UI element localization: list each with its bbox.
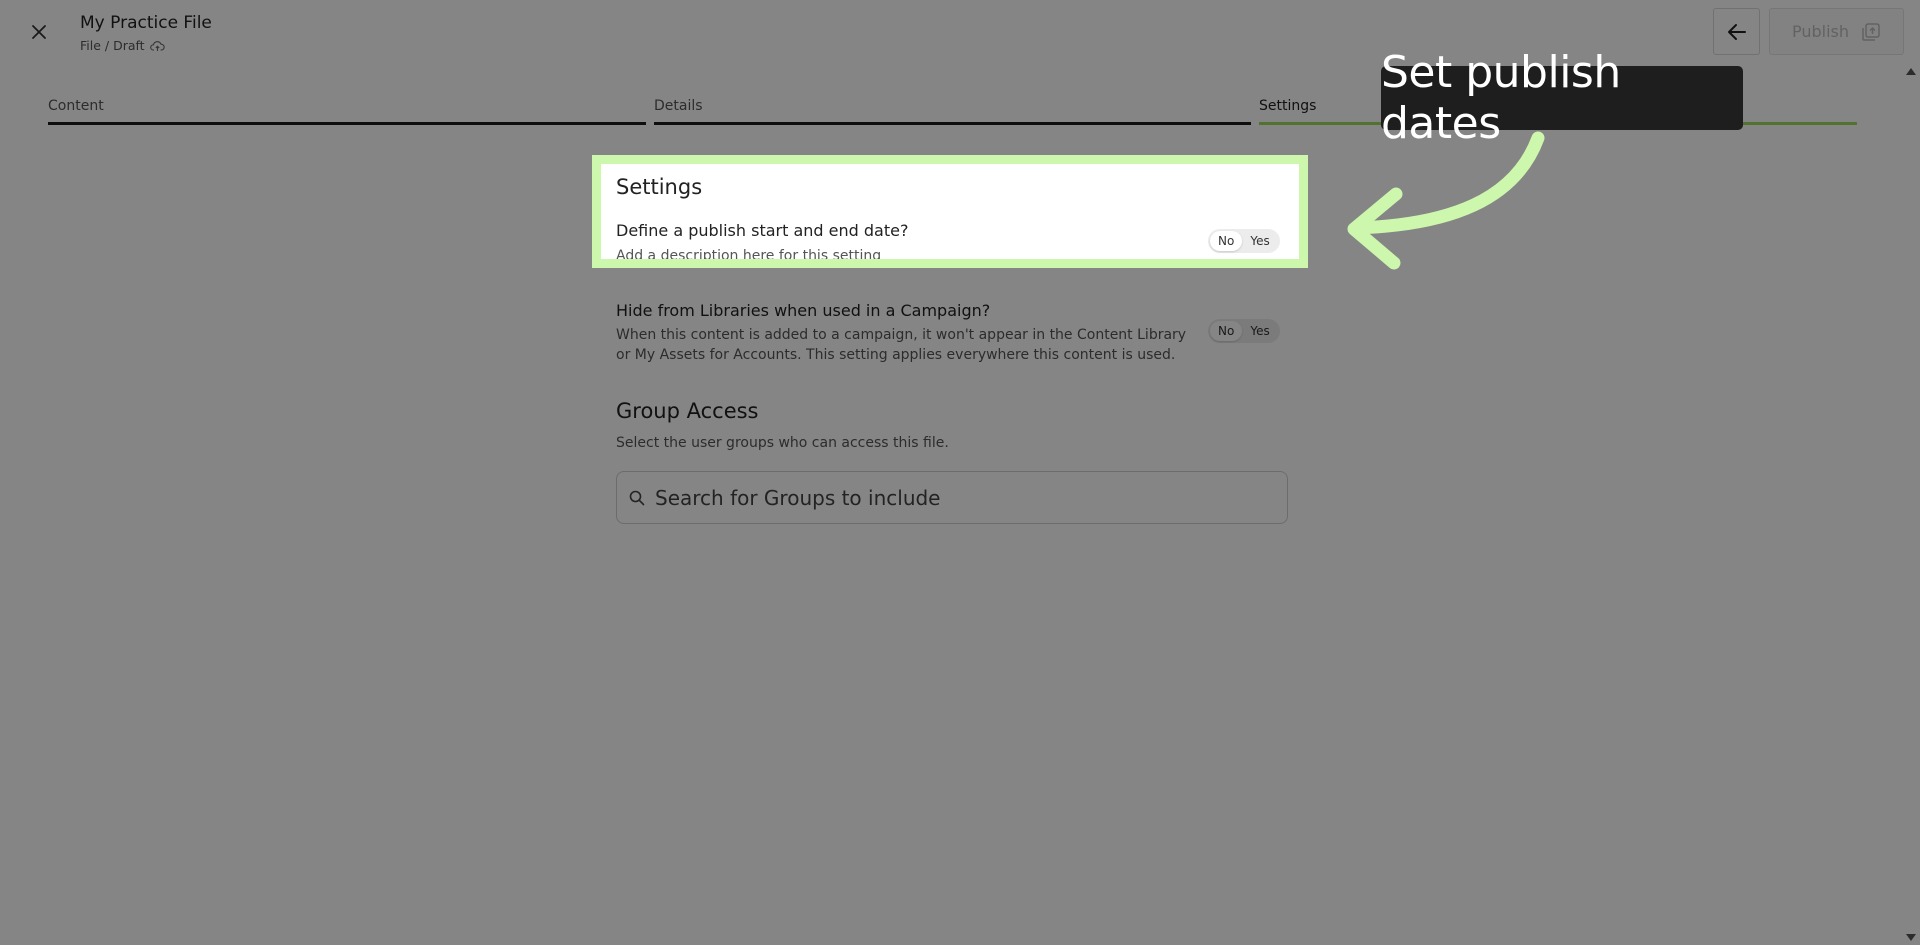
overlay-dim-bottom bbox=[0, 259, 1920, 945]
tutorial-callout: Set publish dates bbox=[1381, 47, 1743, 149]
toggle-option-no[interactable]: No bbox=[1210, 231, 1243, 251]
publish-dates-toggle[interactable]: No Yes bbox=[1208, 229, 1280, 253]
publish-dates-question: Define a publish start and end date? bbox=[616, 221, 909, 240]
tutorial-arrow-icon bbox=[1347, 131, 1545, 270]
settings-heading: Settings bbox=[616, 175, 703, 199]
toggle-option-yes[interactable]: Yes bbox=[1242, 231, 1277, 251]
overlay-dim-left bbox=[0, 164, 601, 259]
